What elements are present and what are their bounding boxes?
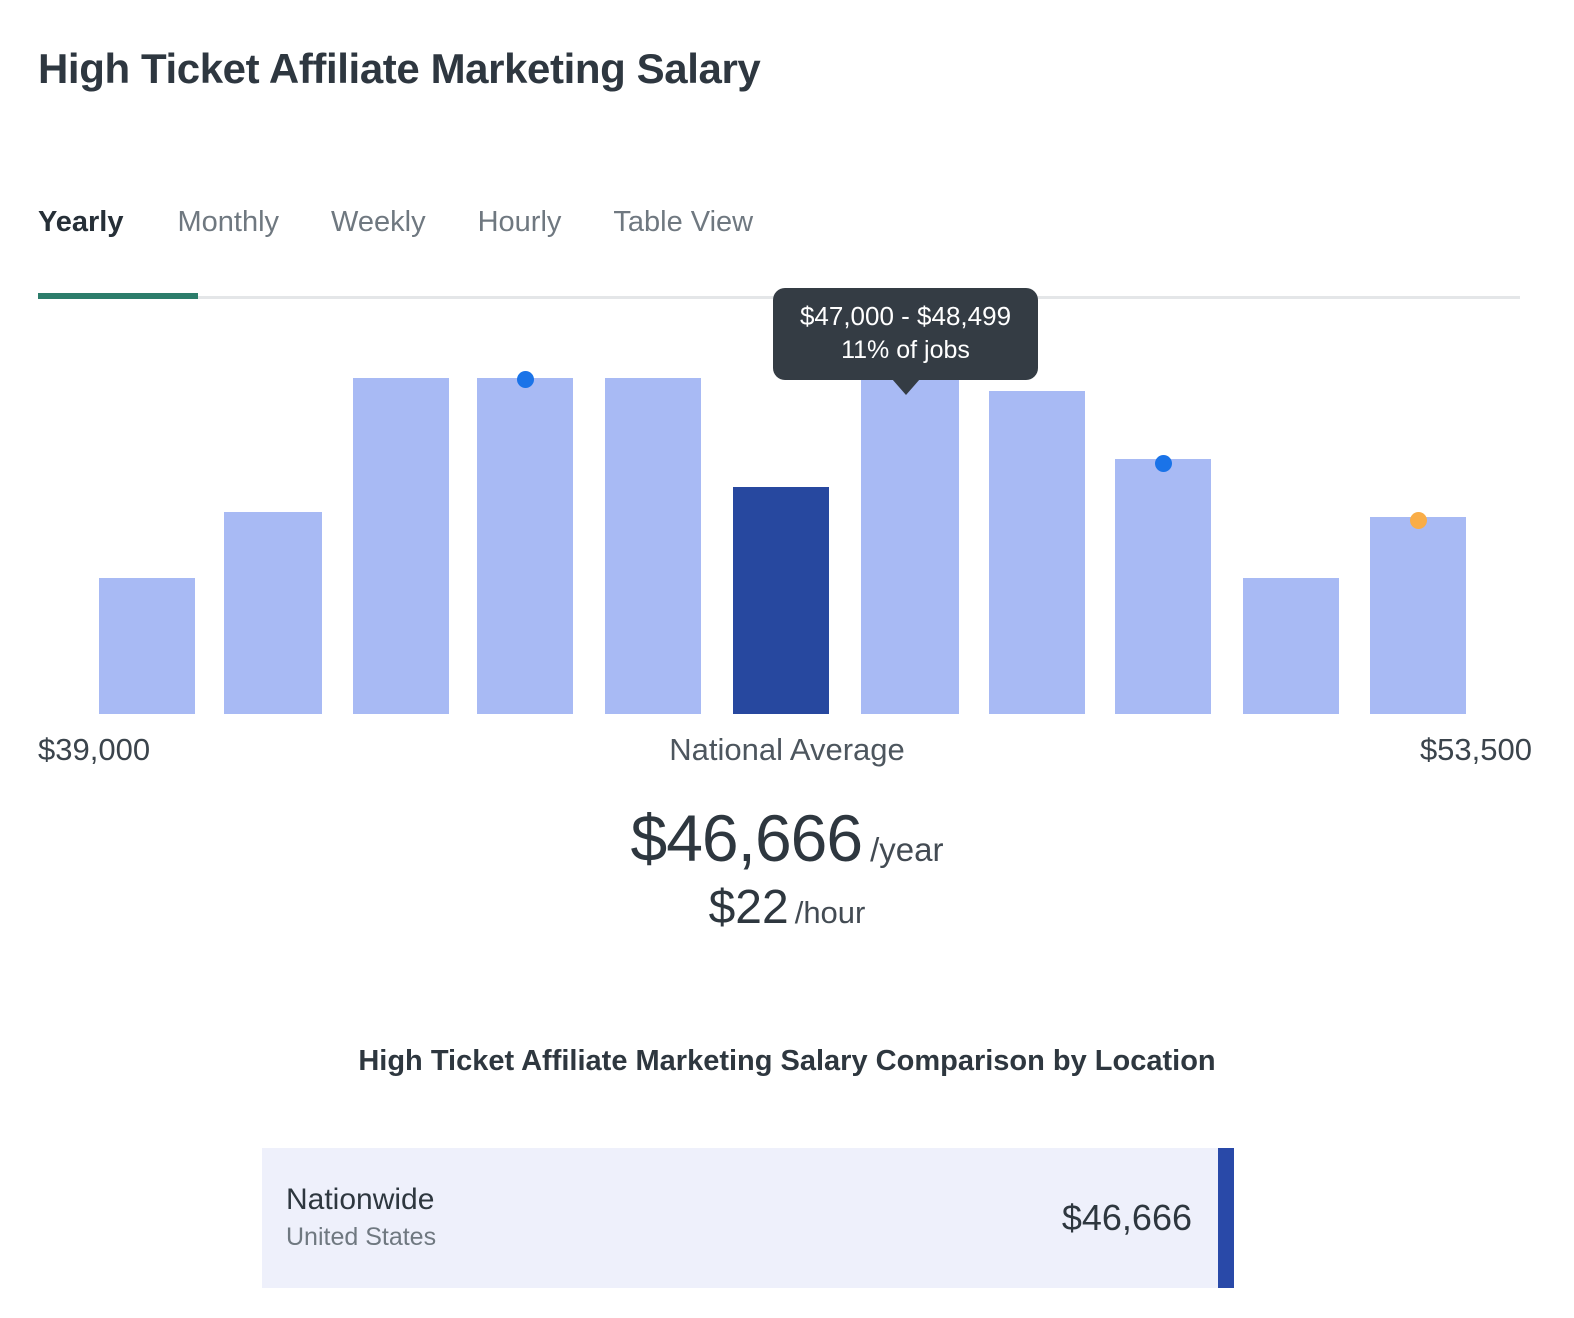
histogram-bar[interactable] [989, 391, 1085, 714]
comparison-row-labels: Nationwide United States [262, 1181, 1062, 1255]
hourly-salary-summary: $22/hour [0, 880, 1574, 935]
histogram-bar[interactable] [861, 378, 959, 714]
histogram-bar[interactable] [733, 487, 829, 714]
page-title: High Ticket Affiliate Marketing Salary [38, 45, 760, 93]
yearly-salary-summary: $46,666/year [0, 800, 1574, 876]
tooltip-arrow-icon [892, 379, 920, 395]
histogram-tooltip: $47,000 - $48,499 11% of jobs [773, 288, 1038, 380]
tab-hourly[interactable]: Hourly [478, 205, 590, 240]
histogram-marker-dot [1410, 512, 1427, 529]
tab-hourly-label: Hourly [478, 206, 562, 238]
yearly-salary-unit: /year [870, 831, 943, 868]
comparison-location-name: Nationwide [286, 1181, 1062, 1219]
histogram-bar[interactable] [1370, 517, 1466, 714]
comparison-accent-bar [1218, 1148, 1234, 1288]
view-tabs: Yearly Monthly Weekly Hourly Table View [38, 205, 781, 240]
histogram-bar[interactable] [1115, 459, 1211, 714]
tab-table-view-label: Table View [613, 206, 753, 238]
histogram-marker-dot [1155, 455, 1172, 472]
tooltip-share: 11% of jobs [783, 334, 1028, 367]
tooltip-range: $47,000 - $48,499 [783, 300, 1028, 334]
hourly-salary-unit: /hour [795, 895, 866, 930]
tab-yearly[interactable]: Yearly [38, 205, 123, 240]
tab-yearly-label: Yearly [38, 206, 123, 238]
active-tab-indicator [38, 293, 198, 299]
salary-distribution-histogram [0, 0, 1574, 1318]
axis-max-label: $53,500 [1420, 732, 1532, 768]
histogram-bar[interactable] [99, 578, 195, 714]
histogram-bar[interactable] [605, 378, 701, 714]
histogram-bar[interactable] [1243, 578, 1339, 714]
histogram-bar[interactable] [353, 378, 449, 714]
tab-weekly-label: Weekly [331, 206, 426, 238]
histogram-bar[interactable] [224, 512, 322, 714]
histogram-bar[interactable] [477, 378, 573, 714]
axis-center-label: National Average [0, 732, 1574, 768]
comparison-row-nationwide[interactable]: Nationwide United States $46,666 [262, 1148, 1234, 1288]
hourly-salary-amount: $22 [709, 881, 789, 934]
comparison-salary-value: $46,666 [1062, 1197, 1218, 1239]
comparison-location-sub: United States [286, 1221, 1062, 1255]
tab-table-view[interactable]: Table View [613, 205, 781, 240]
tab-weekly[interactable]: Weekly [331, 205, 454, 240]
tab-monthly[interactable]: Monthly [177, 205, 307, 240]
comparison-section-title: High Ticket Affiliate Marketing Salary C… [0, 1045, 1574, 1078]
yearly-salary-amount: $46,666 [631, 801, 863, 875]
histogram-marker-dot [517, 371, 534, 388]
tab-monthly-label: Monthly [177, 206, 279, 238]
